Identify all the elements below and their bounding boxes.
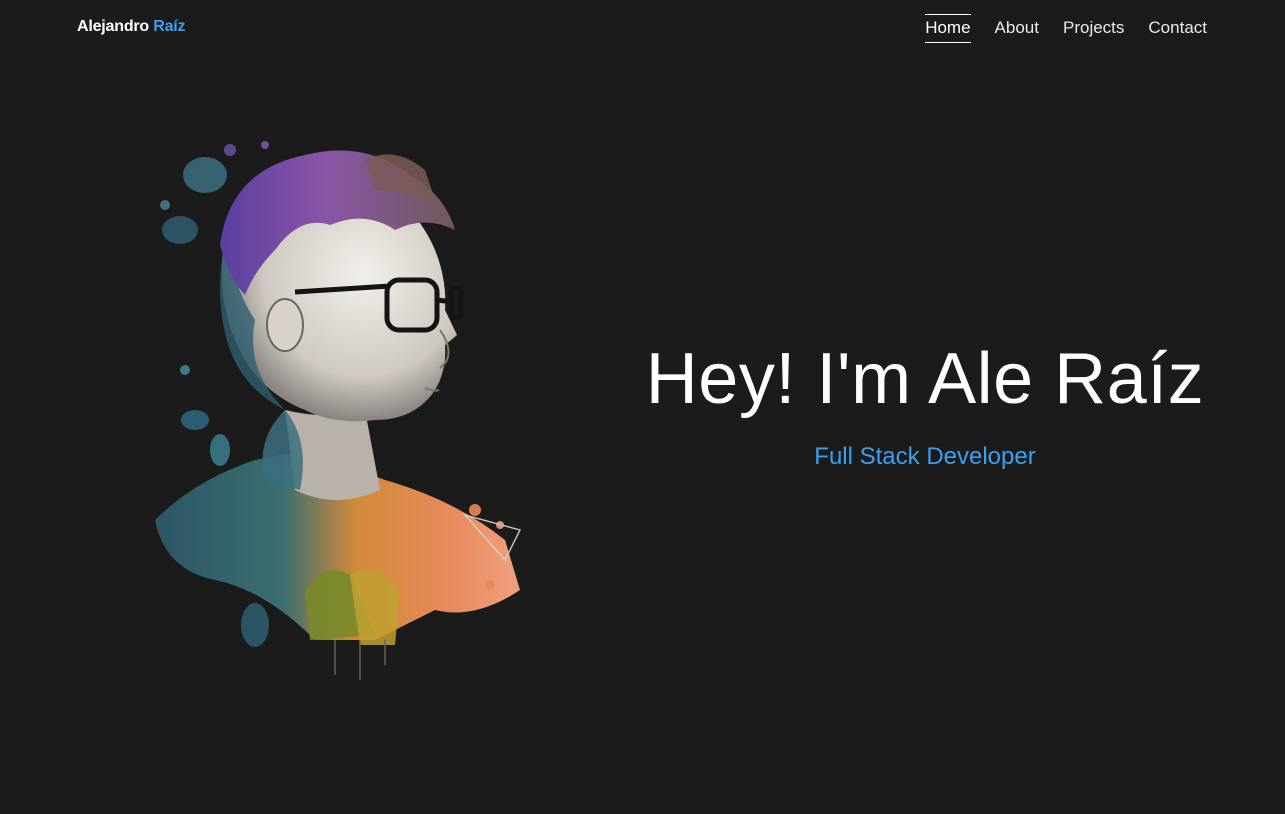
nav-home[interactable]: Home xyxy=(925,14,971,43)
nav-contact[interactable]: Contact xyxy=(1148,14,1207,43)
hero-heading: Hey! I'm Ale Raíz xyxy=(645,339,1205,419)
nav-projects[interactable]: Projects xyxy=(1063,14,1124,43)
site-header: Alejandro Raíz Home About Projects Conta… xyxy=(0,0,1285,58)
brand-logo[interactable]: Alejandro Raíz xyxy=(77,18,186,36)
brand-last-name: Raíz xyxy=(153,18,186,35)
nav-about[interactable]: About xyxy=(995,14,1039,43)
brand-first-name: Alejandro xyxy=(77,18,149,35)
watercolor-portrait-icon xyxy=(155,141,522,680)
main-nav: Home About Projects Contact xyxy=(925,14,1207,43)
hero-section: Hey! I'm Ale Raíz Full Stack Developer xyxy=(600,339,1250,471)
page: Alejandro Raíz Home About Projects Conta… xyxy=(0,0,1285,814)
hero-role: Full Stack Developer xyxy=(814,443,1036,471)
hero-portrait-image xyxy=(135,120,535,690)
